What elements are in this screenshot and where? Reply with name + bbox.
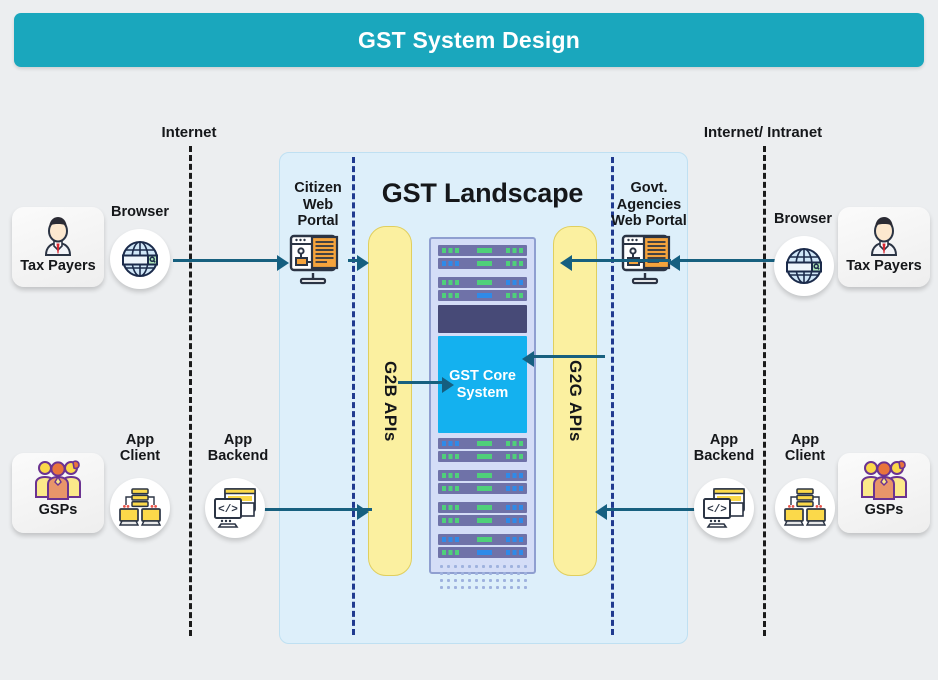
arrow-browser-to-citizen-portal	[173, 255, 289, 271]
arrow-app-backend-to-g2b-left	[258, 504, 369, 520]
rack-slot	[438, 277, 527, 288]
app-backend-right-label: App Backend	[693, 432, 755, 465]
taxpayers-right[interactable]: Tax Payers	[838, 207, 930, 287]
globe-browser-icon	[781, 243, 827, 289]
page-header: GST System Design	[14, 13, 924, 67]
browser-left[interactable]	[110, 229, 170, 289]
app-client-left-label: App Client	[119, 432, 161, 465]
user-group-icon	[859, 459, 909, 501]
rack-slot	[438, 245, 527, 256]
g2g-apis-bar[interactable]: G2G APIs	[553, 226, 597, 576]
svg-text:</>: </>	[218, 504, 238, 516]
arrow-g2b-core-origin	[398, 381, 400, 384]
rack-dark-band	[438, 305, 527, 333]
rack-vent-panel	[438, 563, 527, 591]
taxpayers-right-label: Tax Payers	[846, 258, 922, 274]
gsps-left-label: GSPs	[38, 502, 78, 518]
g2g-apis-label: G2G APIs	[566, 360, 585, 442]
user-icon	[38, 213, 78, 257]
g2b-apis-bar[interactable]: G2B APIs	[368, 226, 412, 576]
gst-core-line-2: System	[456, 384, 509, 401]
app-client-icon	[118, 487, 162, 529]
arrow-g2g-to-core	[522, 351, 605, 367]
app-client-right[interactable]	[775, 478, 835, 538]
arrow-browser-right-to-govt-portal	[668, 255, 779, 271]
user-icon	[864, 213, 904, 257]
app-backend-icon: </>	[702, 487, 746, 529]
arrow-govt-portal-to-g2g	[560, 255, 671, 271]
browser-right[interactable]	[774, 236, 834, 296]
taxpayers-left-label: Tax Payers	[20, 258, 96, 274]
app-backend-left[interactable]: </>	[205, 478, 265, 538]
gsps-right-label: GSPs	[864, 502, 904, 518]
page-title: GST System Design	[358, 26, 580, 53]
rack-slot	[438, 502, 527, 513]
rack-slot	[438, 290, 527, 301]
gsps-right[interactable]: GSPs	[838, 453, 930, 533]
browser-right-label: Browser	[773, 211, 833, 227]
taxpayers-left[interactable]: Tax Payers	[12, 207, 104, 287]
app-backend-icon: </>	[213, 487, 257, 529]
app-client-left[interactable]	[110, 478, 170, 538]
rack-slot	[438, 547, 527, 558]
rack-slot	[438, 534, 527, 545]
rack-slot	[438, 515, 527, 526]
rack-slot	[438, 438, 527, 449]
g2b-apis-label: G2B APIs	[381, 360, 400, 442]
globe-browser-icon	[117, 236, 163, 282]
rack-slot	[438, 451, 527, 462]
app-backend-left-label: App Backend	[207, 432, 269, 465]
app-client-icon	[783, 487, 827, 529]
citizen-web-portal-icon[interactable]	[288, 233, 346, 289]
gsps-left[interactable]: GSPs	[12, 453, 104, 533]
arrow-g2b-connector-bottom	[358, 508, 372, 511]
rack-slot	[438, 258, 527, 269]
diagram-canvas: GST System Design GST Landscape Internet…	[0, 0, 938, 680]
gst-core-line-1: GST Core	[449, 367, 516, 384]
internet-zone-label-left: Internet	[161, 124, 217, 141]
arrow-citizen-portal-to-g2b	[348, 255, 369, 271]
svg-text:</>: </>	[707, 504, 727, 516]
citizen-web-portal-label: Citizen Web Portal	[294, 180, 342, 230]
arrow-g2b-to-core	[398, 377, 454, 393]
browser-left-label: Browser	[110, 204, 170, 220]
govt-agencies-web-portal-label: Govt. Agencies Web Portal	[611, 180, 687, 230]
rack-slot	[438, 470, 527, 481]
internet-zone-label-right: Internet/ Intranet	[703, 124, 823, 141]
internet-boundary-line-left	[189, 146, 192, 636]
rack-slot	[438, 483, 527, 494]
app-backend-right[interactable]: </>	[694, 478, 754, 538]
app-client-right-label: App Client	[784, 432, 826, 465]
server-rack: GST Core System	[429, 237, 536, 591]
user-group-icon	[33, 459, 83, 501]
